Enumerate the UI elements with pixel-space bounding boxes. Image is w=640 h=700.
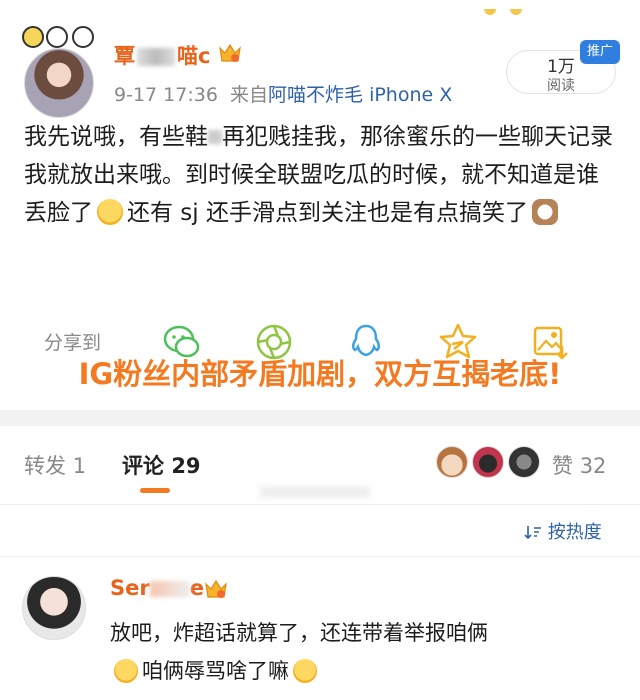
section-separator bbox=[0, 410, 640, 426]
sad-emoji-icon bbox=[293, 659, 317, 683]
comment-name-suffix: e bbox=[189, 576, 204, 600]
comment-text: 放吧，炸超话就算了，还连带着举报咱俩 咱俩辱骂啥了嘛 bbox=[110, 614, 610, 690]
comment-text-1: 放吧，炸超话就算了，还连带着举报咱俩 bbox=[110, 621, 488, 645]
post-content: 我先说哦，有些鞋 再犯贱挂我，那徐蜜乐的一些聊天记录我就放出来哦。到时候全联盟吃瓜… bbox=[24, 118, 620, 232]
sad-emoji-icon bbox=[114, 659, 138, 683]
liker-avatar[interactable] bbox=[508, 446, 540, 478]
liker-avatar[interactable] bbox=[472, 446, 504, 478]
tab-repost[interactable]: 转发 1 bbox=[24, 450, 86, 480]
vip-crown-icon bbox=[205, 579, 227, 598]
content-text-3: 还有 sj 还手滑点到关注也是有点搞笑了 bbox=[127, 200, 528, 226]
like-label: 赞 bbox=[552, 454, 573, 478]
tab-comments[interactable]: 评论 29 bbox=[122, 450, 201, 480]
post-meta: 9-17 17:36 来自阿喵不炸毛 iPhone X bbox=[114, 80, 452, 107]
comment-label: 评论 bbox=[122, 454, 164, 478]
comment-count: 29 bbox=[171, 454, 201, 478]
comment-username[interactable]: Ser e bbox=[110, 576, 204, 600]
comment-text-2: 咱俩辱骂啥了嘛 bbox=[142, 659, 289, 683]
vip-crown-icon bbox=[219, 43, 241, 62]
sort-icon bbox=[524, 526, 541, 540]
sort-label: 按热度 bbox=[547, 522, 602, 543]
repost-count: 1 bbox=[72, 454, 87, 478]
divider bbox=[0, 556, 640, 557]
share-label: 分享到 bbox=[44, 332, 102, 354]
post-avatar[interactable] bbox=[20, 22, 104, 118]
grin-emoji-icon bbox=[97, 199, 123, 225]
active-tab-indicator bbox=[140, 488, 170, 493]
cat-emoji-icon bbox=[532, 199, 558, 225]
sort-by-hot-button[interactable]: 按热度 bbox=[524, 518, 602, 544]
comment-name-redaction bbox=[149, 581, 190, 597]
comment-avatar[interactable] bbox=[22, 576, 86, 640]
read-label: 阅读 bbox=[547, 78, 575, 94]
username-suffix: 喵c bbox=[177, 44, 211, 68]
top-decoration bbox=[470, 0, 640, 15]
username-redaction bbox=[137, 48, 175, 66]
overlay-caption: IG粉丝内部矛盾加剧，双方互揭老底! bbox=[78, 357, 562, 391]
liker-avatar[interactable] bbox=[436, 446, 468, 478]
watermark-redaction bbox=[260, 486, 370, 498]
tab-likes[interactable]: 赞 32 bbox=[552, 450, 606, 480]
promote-badge[interactable]: 推广 bbox=[580, 40, 620, 64]
post-username[interactable]: 覃 喵c bbox=[114, 40, 210, 70]
comment-name-prefix: Ser bbox=[110, 576, 150, 600]
username-prefix: 覃 bbox=[114, 44, 135, 68]
content-redaction bbox=[208, 130, 222, 144]
post-source-link[interactable]: 阿喵不炸毛 iPhone X bbox=[268, 84, 452, 106]
post-header: 覃喵c 9-17 17:36 来自阿喵不炸毛 iPhone X 1万 阅读 推广 bbox=[0, 10, 640, 118]
like-count: 32 bbox=[579, 454, 607, 478]
content-text-1: 我先说哦，有些鞋 bbox=[24, 124, 208, 150]
source-prefix: 来自 bbox=[230, 84, 269, 106]
post-time: 9-17 17:36 bbox=[114, 84, 218, 106]
avatar bbox=[24, 48, 94, 118]
repost-label: 转发 bbox=[24, 454, 66, 478]
divider bbox=[0, 504, 640, 505]
